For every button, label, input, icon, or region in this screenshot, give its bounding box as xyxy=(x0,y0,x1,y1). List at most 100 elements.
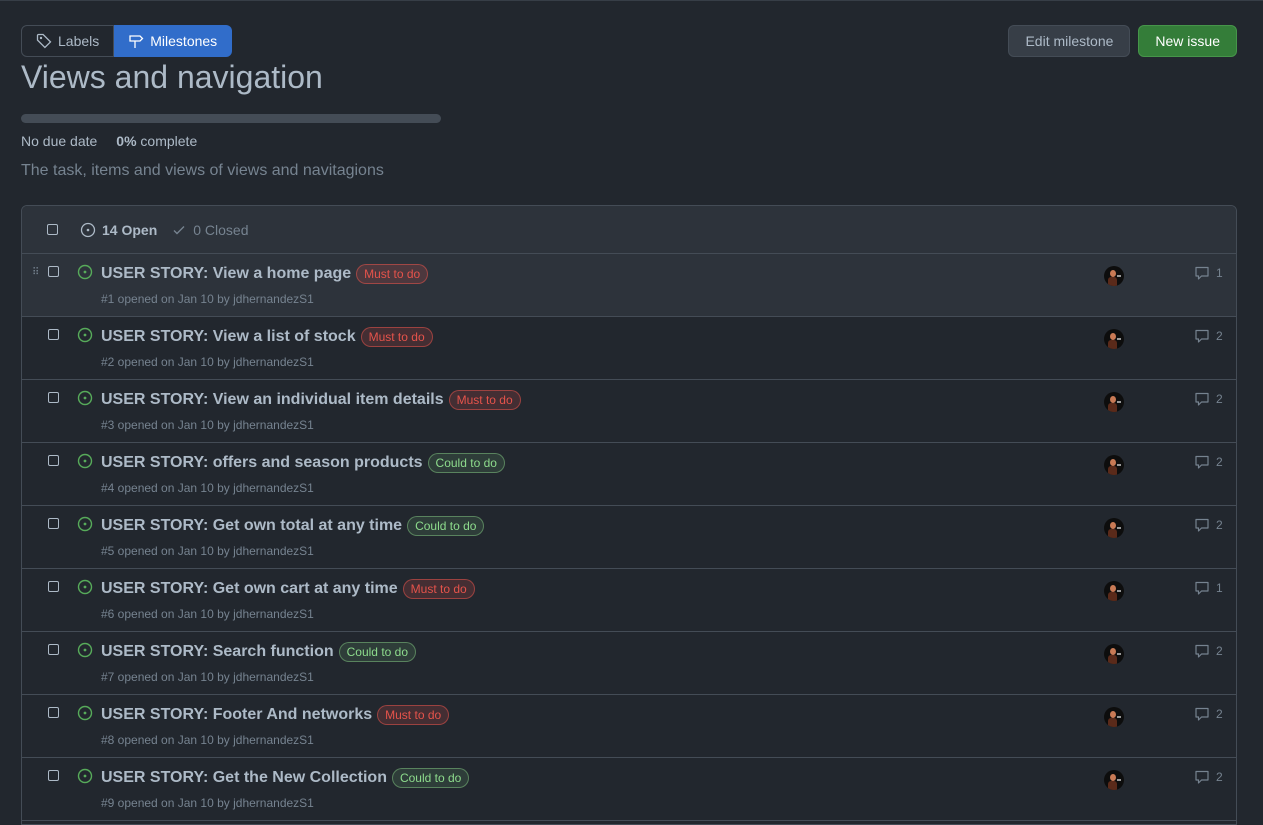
edit-milestone-button[interactable]: Edit milestone xyxy=(1008,25,1131,57)
issue-row[interactable]: USER STORY: Footer And networks Must to d… xyxy=(22,695,1236,758)
issue-checkbox[interactable] xyxy=(48,770,59,781)
issue-label[interactable]: Could to do xyxy=(338,642,417,662)
assignee-avatar[interactable] xyxy=(1104,266,1124,286)
milestones-tab[interactable]: Milestones xyxy=(114,25,233,57)
assignee-avatar[interactable] xyxy=(1104,518,1124,538)
issue-label[interactable]: Must to do xyxy=(402,579,475,599)
issue-checkbox[interactable] xyxy=(48,707,59,718)
issue-open-icon xyxy=(77,390,93,406)
issue-title-link[interactable]: USER STORY: Get the New Collection xyxy=(101,769,387,787)
assignee-avatar[interactable] xyxy=(1104,392,1124,412)
comment-icon xyxy=(1195,644,1209,658)
tag-icon xyxy=(36,33,52,49)
issue-open-icon xyxy=(77,579,93,595)
comment-count: 2 xyxy=(1216,707,1223,721)
comment-count: 2 xyxy=(1216,455,1223,469)
labels-tab-label: Labels xyxy=(58,33,100,49)
labels-tab[interactable]: Labels xyxy=(21,25,115,57)
issue-title-line: USER STORY: Footer And networks Must to d… xyxy=(101,705,450,725)
check-icon xyxy=(173,225,185,234)
issue-title-link[interactable]: USER STORY: Get own cart at any time xyxy=(101,580,398,598)
open-count: 14 Open xyxy=(102,221,158,238)
issue-title-link[interactable]: USER STORY: View a list of stock xyxy=(101,328,356,346)
issue-comments-link[interactable]: 2 xyxy=(1194,328,1223,344)
issue-title-line: USER STORY: offers and season products Co… xyxy=(101,453,505,473)
issue-comments-link[interactable]: 1 xyxy=(1194,265,1223,281)
milestone-meta: No due date 0% complete xyxy=(21,133,197,149)
issue-row[interactable]: ⠿ USER STORY: View a home page Must to do #… xyxy=(22,254,1236,317)
issue-checkbox[interactable] xyxy=(48,581,59,592)
issue-comments-link[interactable]: 2 xyxy=(1194,454,1223,470)
comment-icon xyxy=(1195,455,1209,469)
issue-label[interactable]: Must to do xyxy=(360,327,433,347)
issue-title-link[interactable]: USER STORY: View a home page xyxy=(101,265,351,283)
issue-title-link[interactable]: USER STORY: Search function xyxy=(101,643,334,661)
issue-title-line: USER STORY: View a list of stock Must to … xyxy=(101,327,433,347)
issue-label[interactable]: Could to do xyxy=(427,453,505,473)
issue-checkbox[interactable] xyxy=(48,455,59,466)
issue-open-icon xyxy=(77,264,93,280)
issue-meta: #8 opened on Jan 10 by jdhernandezS1 xyxy=(101,733,314,747)
issue-row[interactable]: USER STORY: Search function Could to do #7… xyxy=(22,632,1236,695)
issue-comments-link[interactable]: 2 xyxy=(1194,517,1223,533)
issue-checkbox[interactable] xyxy=(48,329,59,340)
issue-comments-link[interactable]: 2 xyxy=(1194,391,1223,407)
issue-open-icon xyxy=(77,768,93,784)
issue-comments-link[interactable]: 1 xyxy=(1194,580,1223,596)
assignee-avatar[interactable] xyxy=(1104,455,1124,475)
milestone-actions: Edit milestone New issue xyxy=(1008,25,1237,57)
issue-title-link[interactable]: USER STORY: Footer And networks xyxy=(101,706,372,724)
issue-title-link[interactable]: USER STORY: View an individual item deta… xyxy=(101,391,444,409)
issue-meta: #7 opened on Jan 10 by jdhernandezS1 xyxy=(101,670,314,684)
issue-checkbox[interactable] xyxy=(48,518,59,529)
issue-meta: #2 opened on Jan 10 by jdhernandezS1 xyxy=(101,355,314,369)
issue-checkbox[interactable] xyxy=(48,266,59,277)
issue-label[interactable]: Could to do xyxy=(407,516,485,536)
issue-open-icon xyxy=(77,327,93,343)
issue-row[interactable]: USER STORY: View a list of stock Must to … xyxy=(22,317,1236,380)
assignee-avatar[interactable] xyxy=(1104,644,1124,664)
comment-count: 2 xyxy=(1216,329,1223,343)
issue-row[interactable]: USER STORY: Get the New Collection Could … xyxy=(22,758,1236,821)
due-date: No due date xyxy=(21,133,98,149)
milestone-title: Views and navigation xyxy=(21,59,323,95)
issue-comments-link[interactable]: 2 xyxy=(1194,769,1223,785)
complete-word: complete xyxy=(140,133,198,149)
issue-list-header: 14 Open 0 Closed xyxy=(22,206,1236,254)
issue-open-icon xyxy=(77,516,93,532)
comment-icon xyxy=(1195,581,1209,595)
issue-title-link[interactable]: USER STORY: Get own total at any time xyxy=(101,517,402,535)
open-issues-filter[interactable]: 14 Open xyxy=(80,222,157,238)
issue-label[interactable]: Could to do xyxy=(391,768,470,788)
issue-comments-link[interactable]: 2 xyxy=(1194,643,1223,659)
assignee-avatar[interactable] xyxy=(1104,329,1124,349)
comment-icon xyxy=(1195,770,1209,784)
issue-label[interactable]: Must to do xyxy=(448,390,521,410)
comment-count: 2 xyxy=(1216,770,1223,784)
issue-comments-link[interactable]: 2 xyxy=(1194,706,1223,722)
assignee-avatar[interactable] xyxy=(1104,770,1124,790)
milestone-description: The task, items and views of views and n… xyxy=(21,162,384,179)
issue-label[interactable]: Must to do xyxy=(377,705,450,725)
new-issue-button[interactable]: New issue xyxy=(1138,25,1237,57)
comment-icon xyxy=(1195,329,1209,343)
assignee-avatar[interactable] xyxy=(1104,581,1124,601)
issue-row[interactable]: USER STORY: Get own total at any time Cou… xyxy=(22,506,1236,569)
drag-handle-icon[interactable]: ⠿ xyxy=(32,267,39,278)
issue-title-line: USER STORY: Get the New Collection Could … xyxy=(101,768,470,788)
closed-issues-filter[interactable]: 0 Closed xyxy=(171,222,249,238)
issue-title-link[interactable]: USER STORY: offers and season products xyxy=(101,454,423,472)
issue-title-line: USER STORY: Get own total at any time Cou… xyxy=(101,516,485,536)
labels-milestones-toggle: Labels Milestones xyxy=(21,25,233,57)
issue-label[interactable]: Must to do xyxy=(356,264,429,284)
select-all-checkbox[interactable] xyxy=(47,224,58,235)
issue-row[interactable]: USER STORY: View an individual item deta… xyxy=(22,380,1236,443)
issue-open-icon xyxy=(77,453,93,469)
issue-checkbox[interactable] xyxy=(48,644,59,655)
issue-checkbox[interactable] xyxy=(48,392,59,403)
comment-icon xyxy=(1195,518,1209,532)
issue-row[interactable]: USER STORY: Get own cart at any time Must… xyxy=(22,569,1236,632)
assignee-avatar[interactable] xyxy=(1104,707,1124,727)
issue-open-icon xyxy=(80,222,96,237)
issue-row[interactable]: USER STORY: offers and season products Co… xyxy=(22,443,1236,506)
